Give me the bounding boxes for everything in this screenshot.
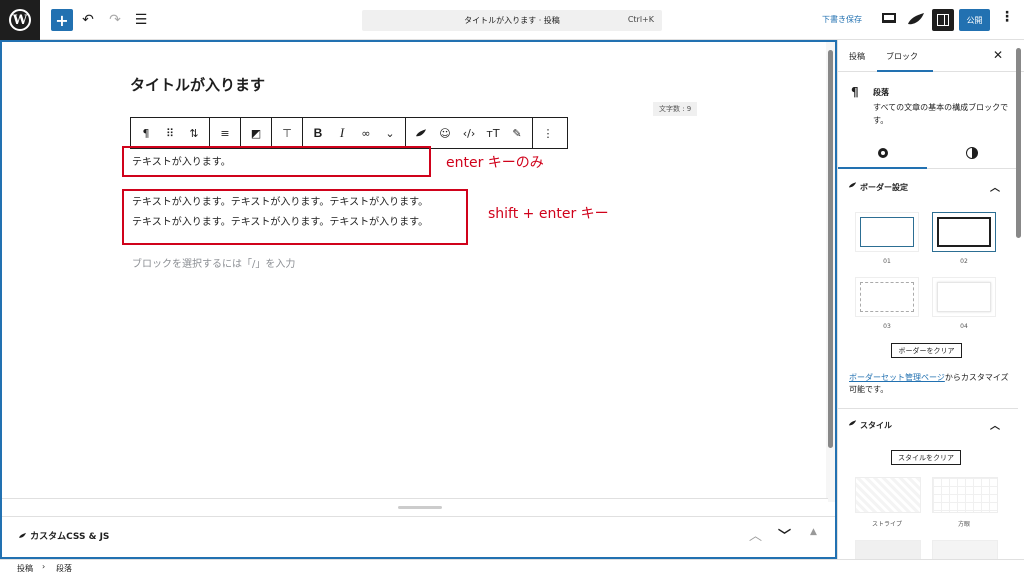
- code-icon[interactable]: ‹/›: [457, 118, 481, 148]
- align-icon[interactable]: ≡: [213, 118, 237, 148]
- border-preset-03[interactable]: [855, 277, 919, 317]
- style-grid-tile[interactable]: [932, 477, 998, 513]
- annotation-label: enter キーのみ: [446, 155, 544, 171]
- editor-canvas[interactable]: タイトルが入ります 文字数 : 9 ¶ ⠿ ⇅ ≡ ◩ ⊤ B I ∞ ⌄ ☺ …: [0, 40, 837, 559]
- settings-sidebar-toggle-icon[interactable]: [932, 9, 954, 31]
- border-set-link[interactable]: ボーダーセット管理ページ: [849, 373, 945, 382]
- move-updown-icon[interactable]: ⇅: [182, 118, 206, 148]
- close-icon[interactable]: ✕: [993, 48, 1003, 62]
- preset-label: 01: [883, 258, 891, 265]
- tab-block[interactable]: ブロック: [886, 51, 918, 62]
- border-preset-04[interactable]: [932, 277, 996, 317]
- undo-icon[interactable]: ↶: [77, 9, 99, 31]
- style-tile[interactable]: [932, 540, 998, 559]
- preset-label: 03: [883, 323, 891, 330]
- contrast-icon: [965, 147, 978, 159]
- move-up-icon[interactable]: ︿: [749, 525, 762, 544]
- breadcrumb-item-post[interactable]: 投稿: [17, 563, 33, 574]
- shortcut-hint: Ctrl+K: [627, 15, 654, 24]
- annotation-box: [122, 146, 431, 177]
- bold-icon[interactable]: B: [306, 118, 330, 148]
- char-count-badge: 文字数 : 9: [653, 102, 698, 116]
- chevron-up-icon: ︿: [990, 183, 1000, 194]
- more-options-icon[interactable]: ⋮: [536, 118, 560, 148]
- clear-style-button[interactable]: スタイルをクリア: [891, 450, 961, 465]
- meta-resize-area: [2, 498, 828, 516]
- chevron-right-icon: ›: [42, 562, 46, 571]
- breadcrumb-item-paragraph[interactable]: 段落: [56, 563, 72, 574]
- redo-icon[interactable]: ↷: [104, 9, 126, 31]
- italic-icon[interactable]: I: [330, 118, 354, 148]
- leaf-icon: [19, 532, 26, 538]
- link-icon[interactable]: ∞: [354, 118, 378, 148]
- gear-icon: [877, 148, 888, 158]
- settings-sidebar: 投稿 ブロック ✕ ¶ 段落 すべての文章の基本の構成ブロックです。 ボーダー設…: [837, 40, 1024, 559]
- format-brush-icon[interactable]: ⊤: [275, 118, 299, 148]
- chevron-up-icon: ︿: [990, 421, 1000, 432]
- active-tab-indicator: [877, 70, 933, 72]
- block-appender-placeholder[interactable]: ブロックを選択するには「/」を入力: [132, 255, 295, 270]
- ai-icon[interactable]: ◩: [244, 118, 268, 148]
- canvas-scrollbar[interactable]: [826, 42, 835, 502]
- list-view-icon[interactable]: ☰: [130, 9, 152, 31]
- sidebar-scrollbar[interactable]: [1016, 48, 1021, 238]
- meta-box-title[interactable]: カスタムCSS & JS: [18, 529, 109, 542]
- move-down-icon[interactable]: ﹀: [778, 525, 791, 544]
- active-tab-indicator: [838, 167, 927, 169]
- meta-box-panel: カスタムCSS & JS ︿ ﹀ ▲: [2, 516, 835, 557]
- post-title[interactable]: タイトルが入ります: [130, 74, 265, 95]
- panel-title: スタイル: [860, 421, 892, 430]
- border-settings-panel-header[interactable]: ボーダー設定 ︿: [838, 171, 1018, 201]
- add-block-button[interactable]: +: [51, 9, 73, 31]
- leaf-icon[interactable]: [409, 118, 433, 148]
- clear-border-button[interactable]: ボーダーをクリア: [891, 343, 962, 358]
- resize-handle[interactable]: [398, 506, 442, 509]
- wordpress-logo-icon[interactable]: W: [0, 0, 40, 40]
- breadcrumb: 投稿 › 段落: [0, 559, 1024, 576]
- editor-header: W + ↶ ↷ ☰ タイトルが入ります · 投稿 Ctrl+K 下書き保存 公開…: [0, 0, 1024, 40]
- leaf-icon: [848, 182, 857, 188]
- sidebar-tabs: 投稿 ブロック ✕: [838, 40, 1024, 72]
- document-title: タイトルが入ります · 投稿: [464, 16, 560, 25]
- tab-post[interactable]: 投稿: [849, 51, 865, 62]
- block-description: すべての文章の基本の構成ブロックです。: [873, 103, 1009, 125]
- annotation-label: shift + enter キー: [488, 206, 609, 222]
- tab-styles[interactable]: [927, 137, 1016, 169]
- style-label: ストライプ: [871, 521, 902, 528]
- panel-title: ボーダー設定: [860, 183, 908, 192]
- paragraph-icon[interactable]: ¶: [134, 118, 158, 148]
- save-draft-button[interactable]: 下書き保存: [822, 14, 862, 25]
- style-label: 方眼: [957, 521, 970, 528]
- scrollbar-thumb[interactable]: [828, 50, 833, 448]
- text-size-icon[interactable]: тT: [481, 118, 505, 148]
- more-options-icon[interactable]: ⋮: [1000, 10, 1014, 24]
- preset-label: 04: [960, 323, 968, 330]
- collapse-icon[interactable]: ▲: [810, 527, 817, 537]
- block-inspector-tabs: [838, 137, 1018, 169]
- border-set-note: ボーダーセット管理ページからカスタマイズ可能です。: [849, 372, 1009, 396]
- meta-box-title-text: カスタムCSS & JS: [30, 532, 110, 542]
- emoji-icon[interactable]: ☺: [433, 118, 457, 148]
- style-stripe-tile[interactable]: [855, 477, 921, 513]
- paragraph-icon: ¶: [851, 85, 859, 99]
- block-toolbar: ¶ ⠿ ⇅ ≡ ◩ ⊤ B I ∞ ⌄ ☺ ‹/› тT ✎ ⋮: [130, 117, 568, 149]
- publish-button[interactable]: 公開: [959, 9, 990, 31]
- preview-icon[interactable]: [882, 13, 896, 23]
- highlight-icon[interactable]: ✎: [505, 118, 529, 148]
- style-tile[interactable]: [855, 540, 921, 559]
- tab-settings[interactable]: [838, 137, 927, 169]
- border-preset-02[interactable]: [932, 212, 996, 252]
- style-panel-header[interactable]: スタイル ︿: [838, 408, 1018, 438]
- preset-label: 02: [960, 258, 968, 265]
- border-preset-01[interactable]: [855, 212, 919, 252]
- leaf-icon: [848, 420, 857, 426]
- drag-handle-icon[interactable]: ⠿: [158, 118, 182, 148]
- command-palette-bar[interactable]: タイトルが入ります · 投稿 Ctrl+K: [362, 10, 662, 31]
- annotation-box: [122, 189, 468, 245]
- chevron-down-icon[interactable]: ⌄: [378, 118, 402, 148]
- block-name: 段落: [873, 88, 889, 97]
- leaf-icon[interactable]: [906, 11, 926, 27]
